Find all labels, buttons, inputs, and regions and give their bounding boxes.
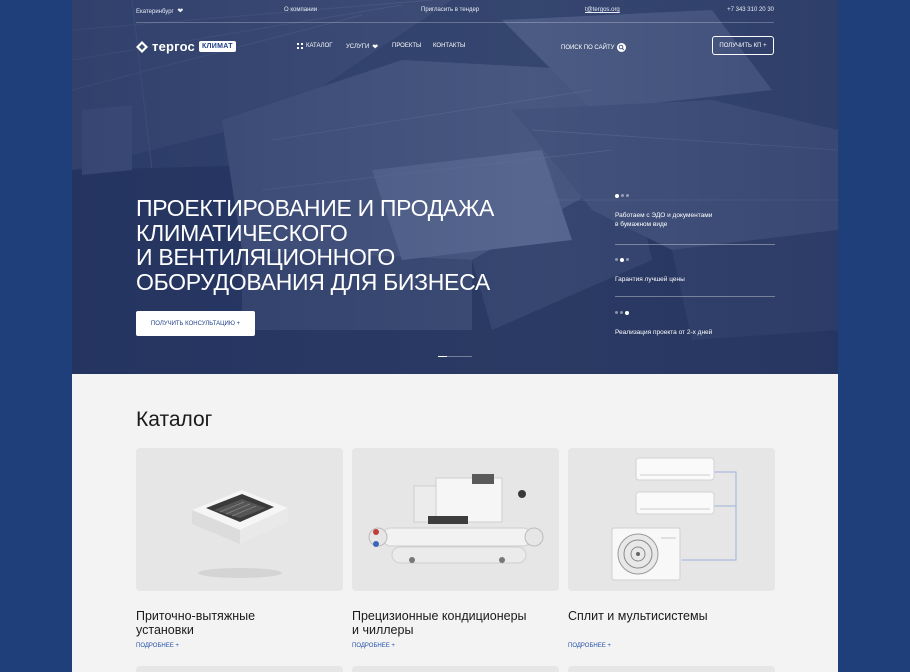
- feature-dots: [615, 310, 775, 315]
- card-title-line: установки: [136, 623, 194, 637]
- top-divider: [136, 22, 774, 23]
- nav-item-label: УСЛУГИ: [346, 44, 370, 50]
- main-nav: тергос КЛИМАТ КАТАЛОГ УСЛУГИ ❤ ПРОЕКТЫ К…: [136, 36, 774, 58]
- hero-title: ПРОЕКТИРОВАНИЕ И ПРОДАЖА КЛИМАТИЧЕСКОГО …: [136, 196, 556, 294]
- card-title-line: Приточно-вытяжные: [136, 609, 256, 623]
- nav-item-contacts[interactable]: КОНТАКТЫ: [433, 43, 465, 49]
- feature-item[interactable]: Реализация проекта от 2-х дней: [615, 310, 775, 336]
- catalog-card-chillers[interactable]: [352, 448, 559, 591]
- catalog-card-title[interactable]: Сплит и мультисистемы: [568, 609, 775, 623]
- city-label: Екатеринбург: [136, 9, 174, 15]
- logo-text: тергос: [152, 39, 195, 54]
- catalog-card-title[interactable]: Приточно-вытяжные установки: [136, 609, 343, 637]
- catalog-card-next[interactable]: [136, 666, 343, 672]
- app-frame: Екатеринбург ❤ О компании Пригласить в т…: [0, 0, 910, 672]
- split-system-image: [611, 457, 737, 581]
- feature-divider: [615, 296, 775, 297]
- nav-item-services[interactable]: УСЛУГИ ❤: [346, 43, 378, 51]
- hero-title-line: КЛИМАТИЧЕСКОГО: [136, 219, 348, 246]
- nav-item-projects[interactable]: ПРОЕКТЫ: [392, 43, 421, 49]
- grid-icon: [297, 43, 303, 49]
- feature-divider: [615, 244, 775, 245]
- phone-link[interactable]: +7 343 310 20 30: [727, 7, 774, 13]
- nav-item-label: КОНТАКТЫ: [433, 43, 466, 49]
- catalog-card-split[interactable]: [568, 448, 775, 591]
- feature-dots: [615, 193, 775, 198]
- hero-title-line: ПРОЕКТИРОВАНИЕ И ПРОДАЖА: [136, 195, 495, 221]
- feature-text: в бумажном виде: [615, 220, 668, 228]
- get-offer-button[interactable]: ПОЛУЧИТЬ КП +: [712, 36, 774, 55]
- city-selector[interactable]: Екатеринбург ❤: [136, 7, 183, 15]
- search-icon: [617, 43, 627, 52]
- card-title-line: и чиллеры: [352, 623, 414, 637]
- nav-item-label: КАТАЛОГ: [306, 43, 333, 49]
- heart-icon: ❤: [177, 8, 184, 15]
- card-title-line: Сплит и мультисистемы: [568, 609, 708, 623]
- hero-title-line: И ВЕНТИЛЯЦИОННОГО: [136, 244, 395, 270]
- feature-item[interactable]: Работаем с ЭДО и документами в бумажном …: [615, 193, 775, 228]
- heart-icon: ❤: [372, 44, 379, 51]
- hero-title-line: ОБОРУДОВАНИЯ ДЛЯ БИЗНЕСА: [136, 268, 490, 295]
- logo[interactable]: тергос КЛИМАТ: [136, 39, 236, 54]
- more-link[interactable]: ПОДРОБНЕЕ +: [352, 643, 395, 649]
- chiller-image: [368, 474, 544, 564]
- tender-link[interactable]: Пригласить в тендер: [421, 7, 479, 13]
- catalog-card-title[interactable]: Прецизионные кондиционеры и чиллеры: [352, 609, 559, 637]
- hero-section: Екатеринбург ❤ О компании Пригласить в т…: [72, 0, 838, 374]
- logo-mark-icon: [136, 40, 148, 53]
- feature-dots: [615, 257, 775, 262]
- ahu-image: [192, 490, 288, 578]
- hero-slider-indicator[interactable]: [438, 356, 472, 357]
- search-label: ПОИСК ПО САЙТУ: [561, 44, 615, 51]
- more-link[interactable]: ПОДРОБНЕЕ +: [136, 643, 179, 649]
- nav-item-label: ПРОЕКТЫ: [392, 43, 422, 49]
- feature-item[interactable]: Гарантия лучшей цены: [615, 257, 775, 283]
- page: Екатеринбург ❤ О компании Пригласить в т…: [72, 0, 838, 672]
- nav-item-catalog[interactable]: КАТАЛОГ: [297, 43, 332, 49]
- feature-text: Реализация проекта от 2-х дней: [615, 328, 713, 336]
- about-link[interactable]: О компании: [284, 7, 317, 13]
- top-bar: Екатеринбург ❤ О компании Пригласить в т…: [136, 7, 774, 17]
- catalog-title: Каталог: [136, 408, 213, 431]
- consultation-button[interactable]: ПОЛУЧИТЬ КОНСУЛЬТАЦИЮ +: [136, 311, 255, 336]
- feature-text: Гарантия лучшей цены: [615, 275, 685, 283]
- site-search[interactable]: ПОИСК ПО САЙТУ: [561, 43, 627, 52]
- email-link[interactable]: t@tergos.org: [585, 7, 620, 13]
- catalog-card-ahu[interactable]: [136, 448, 343, 591]
- feature-text: Работаем с ЭДО и документами: [615, 211, 713, 219]
- catalog-card-next[interactable]: [568, 666, 775, 672]
- card-title-line: Прецизионные кондиционеры: [352, 609, 527, 623]
- more-link[interactable]: ПОДРОБНЕЕ +: [568, 643, 611, 649]
- catalog-card-next[interactable]: [352, 666, 559, 672]
- logo-badge: КЛИМАТ: [198, 41, 236, 52]
